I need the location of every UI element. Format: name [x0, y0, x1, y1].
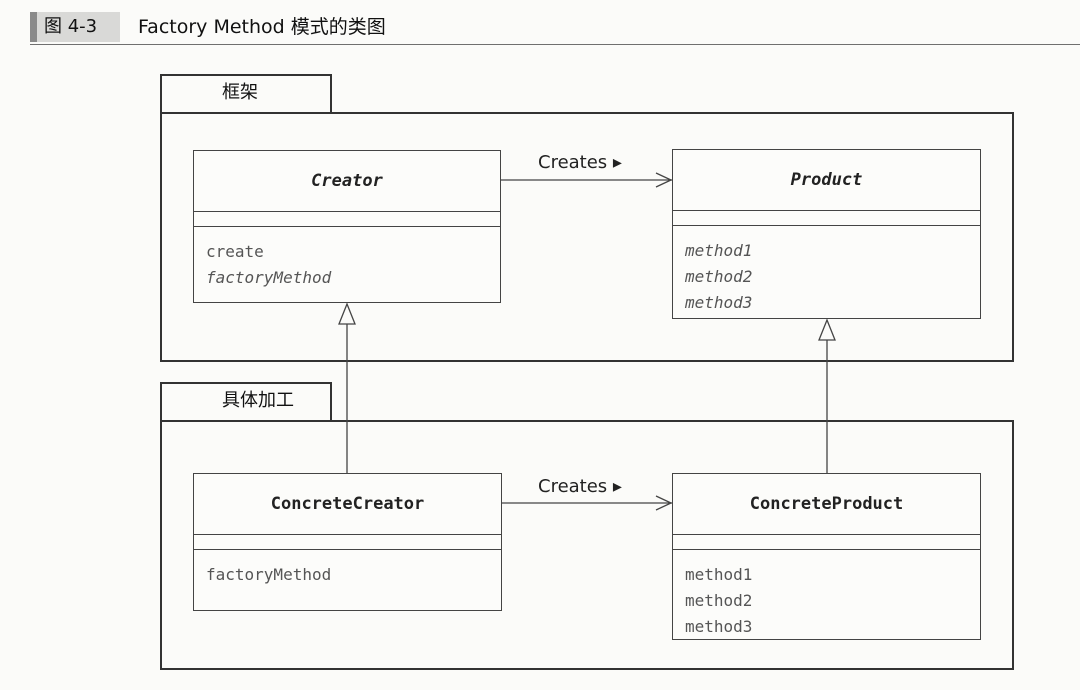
creates-arrow-top: [501, 172, 673, 188]
inheritance-arrow-creator: [338, 302, 356, 473]
creates-arrow-bottom: [502, 495, 673, 511]
connectors: [338, 172, 836, 511]
diagram-page: 图 4-3 Factory Method 模式的类图 框架 具体加工 Creat…: [0, 0, 1080, 690]
inheritance-arrow-product: [818, 318, 836, 473]
